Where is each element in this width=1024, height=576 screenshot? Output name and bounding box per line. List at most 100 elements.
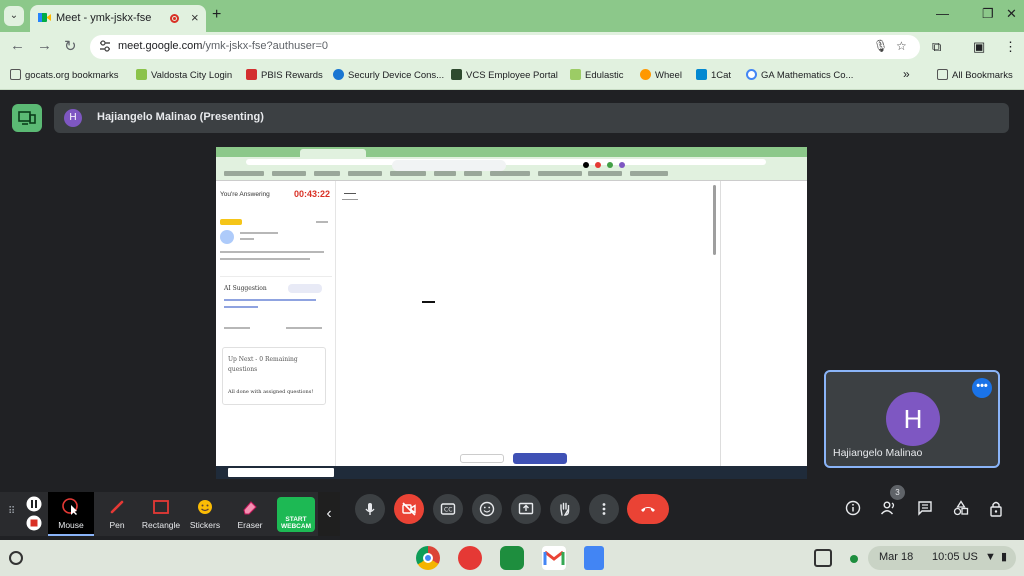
url-path: /ymk-jskx-fse?authuser=0 xyxy=(202,40,329,52)
shared-up-next: Up Next - 0 Remaining questions xyxy=(228,356,298,373)
clock[interactable]: 10:05 US xyxy=(932,551,978,563)
bookmark-gocats[interactable]: gocats.org bookmarks xyxy=(10,69,118,81)
tool-eraser[interactable]: Eraser xyxy=(227,492,273,536)
tool-pen[interactable]: Pen xyxy=(94,492,140,536)
pause-icon[interactable] xyxy=(26,496,42,512)
shared-all-done: All done with assigned questions! xyxy=(228,389,314,395)
pen-icon xyxy=(110,500,124,514)
bookmark-ga-math[interactable]: GA Mathematics Co... xyxy=(746,69,853,81)
captions-icon: CC xyxy=(440,503,456,515)
bookmark-label: gocats.org bookmarks xyxy=(25,70,119,81)
close-window-icon[interactable]: ✕ xyxy=(1006,6,1017,22)
minimize-icon[interactable]: — xyxy=(936,6,949,21)
bookmark-vcs[interactable]: VCS Employee Portal xyxy=(451,69,558,81)
back-icon[interactable]: ← xyxy=(10,37,25,54)
tool-mouse[interactable]: Mouse xyxy=(48,492,94,536)
shared-bookmark xyxy=(538,171,582,176)
docs-app-icon[interactable] xyxy=(584,546,604,570)
captions-button[interactable]: CC xyxy=(433,494,463,524)
shared-bookmark xyxy=(490,171,530,176)
shared-bookmark xyxy=(390,171,426,176)
shared-screen[interactable]: You're Answering 00:43:22 AI Suggestion … xyxy=(216,147,807,479)
sticker-icon xyxy=(198,500,212,514)
classroom-app-icon[interactable] xyxy=(500,546,524,570)
shared-bookmark xyxy=(630,171,668,176)
more-bookmarks-icon[interactable]: » xyxy=(903,67,910,81)
holding-space-icon[interactable] xyxy=(814,549,832,567)
present-now-button[interactable] xyxy=(511,494,541,524)
date-label[interactable]: Mar 18 xyxy=(879,551,913,563)
bookmark-label: Edulastic xyxy=(585,70,624,81)
browser-toolbar: ← → ↻ meet.google.com/ymk-jskx-fse?authu… xyxy=(0,32,1024,62)
more-options-icon[interactable]: ••• xyxy=(972,378,992,398)
tab-search-icon[interactable]: ⌄ xyxy=(4,6,24,26)
svg-text:CC: CC xyxy=(444,507,452,514)
tab-meet[interactable]: Meet - ymk-jskx-fse × xyxy=(30,5,206,32)
new-tab-icon[interactable]: + xyxy=(212,6,221,24)
emoji-icon xyxy=(479,501,495,517)
tool-rectangle[interactable]: Rectangle xyxy=(138,492,184,536)
securly-icon xyxy=(333,69,344,80)
host-controls-icon[interactable] xyxy=(989,500,1005,523)
drag-handle-icon[interactable]: ⠿ xyxy=(8,506,15,517)
vcs-icon xyxy=(451,69,462,80)
bookmark-star-icon[interactable]: ☆ xyxy=(896,39,907,53)
cat-icon xyxy=(696,69,707,80)
rectangle-icon xyxy=(153,500,169,514)
shared-text-line xyxy=(224,299,316,301)
shared-divider xyxy=(220,276,332,277)
shared-text-line xyxy=(286,327,322,329)
shared-bookmark xyxy=(348,171,382,176)
wifi-icon: ▼ xyxy=(985,551,996,563)
raise-hand-button[interactable] xyxy=(550,494,580,524)
gmail-app-icon[interactable] xyxy=(542,546,566,570)
side-panel-icon[interactable]: ▣ xyxy=(973,39,985,55)
shared-divider xyxy=(342,199,358,200)
folder-icon xyxy=(937,69,948,80)
stop-icon[interactable] xyxy=(26,515,42,531)
menu-icon[interactable]: ⋮ xyxy=(1004,39,1017,55)
leave-call-button[interactable] xyxy=(627,494,669,524)
microphone-button[interactable] xyxy=(355,494,385,524)
reload-icon[interactable]: ↻ xyxy=(64,37,77,55)
extensions-icon[interactable]: ⧉ xyxy=(932,39,941,55)
url-text: meet.google.com/ymk-jskx-fse?authuser=0 xyxy=(118,40,328,52)
chat-icon[interactable] xyxy=(917,500,933,521)
shared-address-bar xyxy=(246,159,766,165)
forward-icon[interactable]: → xyxy=(37,37,52,54)
restore-icon[interactable]: ❐ xyxy=(982,6,994,22)
launcher-icon[interactable] xyxy=(9,551,23,565)
lock-person-icon xyxy=(990,501,1002,517)
presentation-view-button[interactable] xyxy=(12,104,42,132)
site-info-icon[interactable] xyxy=(98,39,112,53)
activities-icon[interactable] xyxy=(953,500,969,521)
bookmark-label: GA Mathematics Co... xyxy=(761,70,854,81)
shared-color-purple xyxy=(619,162,625,168)
meeting-details-icon[interactable] xyxy=(845,500,861,521)
canvas-app-icon[interactable] xyxy=(458,546,482,570)
bookmark-pbis[interactable]: PBIS Rewards xyxy=(246,69,323,81)
collapse-toolbar-icon[interactable]: ‹ xyxy=(318,492,340,536)
google-icon xyxy=(746,69,757,80)
start-webcam-button[interactable]: START WEBCAM xyxy=(277,497,315,532)
bookmark-securly[interactable]: Securly Device Cons... xyxy=(333,69,444,81)
more-options-button[interactable] xyxy=(589,494,619,524)
green-check-icon xyxy=(136,69,147,80)
close-tab-icon[interactable]: × xyxy=(191,10,199,25)
bookmark-edulastic[interactable]: Edulastic xyxy=(570,69,624,81)
bookmark-1cat[interactable]: 1Cat xyxy=(696,69,731,81)
self-video-tile[interactable]: ••• H Hajiangelo Malinao xyxy=(824,370,1000,468)
camera-button[interactable] xyxy=(394,494,424,524)
shared-text-line xyxy=(220,258,310,260)
people-icon[interactable] xyxy=(880,500,898,521)
chrome-app-icon[interactable] xyxy=(416,546,440,570)
bookmark-valdosta[interactable]: Valdosta City Login xyxy=(136,69,232,81)
all-bookmarks[interactable]: All Bookmarks xyxy=(937,69,1013,81)
mic-icon[interactable]: 🎙 xyxy=(873,39,888,53)
bookmark-wheel[interactable]: Wheel xyxy=(640,69,682,81)
tool-stickers[interactable]: Stickers xyxy=(182,492,228,536)
bookmark-label: Valdosta City Login xyxy=(151,70,233,81)
address-bar[interactable]: meet.google.com/ymk-jskx-fse?authuser=0 … xyxy=(90,35,920,59)
reactions-button[interactable] xyxy=(472,494,502,524)
more-vert-icon xyxy=(602,503,606,515)
